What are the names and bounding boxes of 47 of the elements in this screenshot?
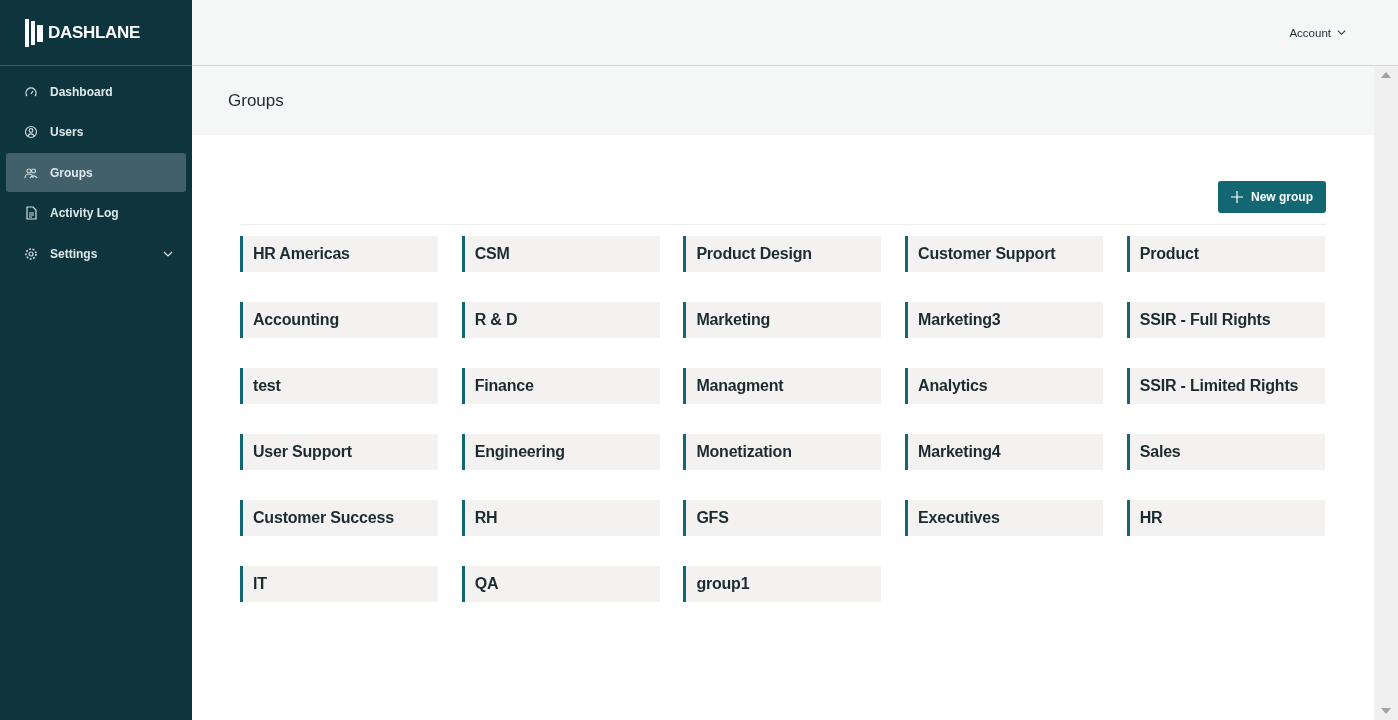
group-card[interactable]: R & D [461, 302, 660, 338]
logo-text: DASHLANE [48, 22, 141, 43]
group-card[interactable]: GFS [683, 500, 882, 536]
group-card[interactable]: Marketing3 [905, 302, 1104, 338]
new-group-button[interactable]: New group [1218, 181, 1326, 213]
plus-icon [1231, 191, 1243, 203]
group-card[interactable]: QA [461, 566, 660, 602]
group-card[interactable]: Analytics [905, 368, 1104, 404]
settings-icon [24, 246, 38, 261]
chevron-icon [1337, 28, 1346, 37]
group-card[interactable]: test [240, 368, 438, 404]
sidebar-item[interactable]: Settings [6, 234, 186, 273]
group-card[interactable]: User Support [240, 434, 438, 470]
account-menu[interactable]: Account [1289, 26, 1346, 39]
groups-icon [24, 165, 38, 180]
group-card[interactable]: SSIR - Limited Rights [1126, 368, 1325, 404]
group-card[interactable]: Marketing4 [905, 434, 1104, 470]
log-icon [24, 206, 38, 220]
page-title: Groups [228, 90, 284, 111]
logo-icon [24, 17, 44, 48]
group-card[interactable]: Product Design [683, 236, 882, 272]
group-card[interactable]: Managment [683, 368, 882, 404]
dashboard-icon [24, 84, 38, 99]
group-card[interactable]: group1 [683, 566, 882, 602]
group-card[interactable]: RH [461, 500, 660, 536]
group-card[interactable]: Executives [905, 500, 1104, 536]
group-card[interactable]: SSIR - Full Rights [1126, 302, 1325, 338]
sidebar-item[interactable]: Users [6, 112, 186, 152]
group-card[interactable]: CSM [461, 236, 660, 272]
group-card[interactable]: Finance [461, 368, 660, 404]
group-card[interactable]: Product [1126, 236, 1325, 272]
group-card[interactable]: Accounting [240, 302, 438, 338]
group-card[interactable]: Customer Support [905, 236, 1104, 272]
group-card[interactable]: Sales [1126, 434, 1325, 470]
group-card[interactable]: HR [1126, 500, 1325, 536]
group-card[interactable]: IT [240, 566, 438, 602]
group-card[interactable]: Customer Success [240, 500, 438, 536]
sidebar-item[interactable]: Activity Log [6, 193, 186, 233]
group-card[interactable]: Monetization [683, 434, 882, 470]
group-card[interactable]: Marketing [683, 302, 882, 338]
users-icon [24, 125, 38, 139]
sidebar-item[interactable]: Dashboard [6, 72, 186, 111]
sidebar-item[interactable]: Groups [6, 153, 186, 192]
scroll-down-icon[interactable] [1381, 708, 1391, 714]
group-card[interactable]: HR Americas [240, 236, 438, 272]
group-card[interactable]: Engineering [461, 434, 660, 470]
scroll-up-icon[interactable] [1381, 72, 1391, 78]
